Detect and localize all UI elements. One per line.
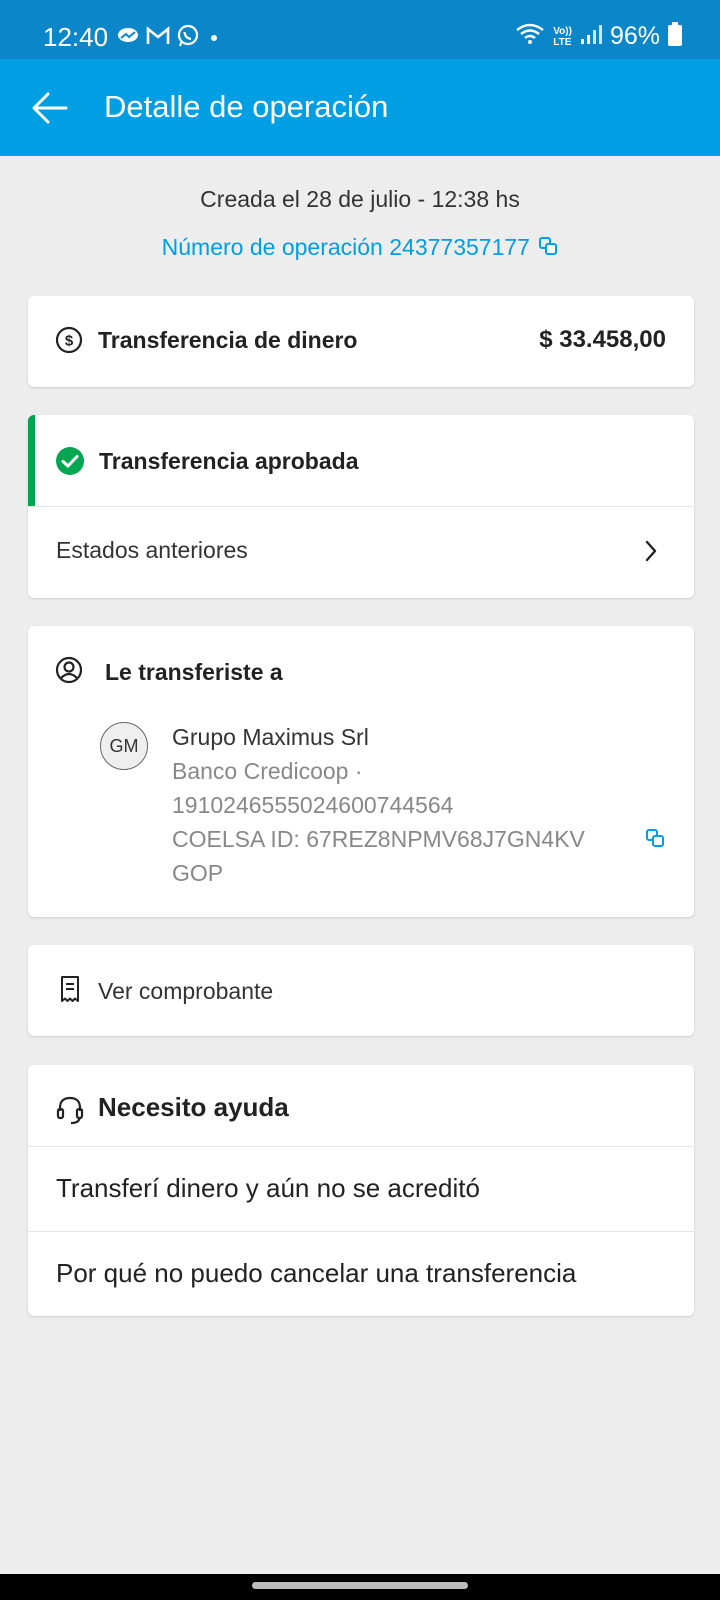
home-gesture-handle[interactable] bbox=[252, 1582, 468, 1589]
previous-states-row[interactable]: Estados anteriores bbox=[28, 507, 694, 598]
recipient-account: 1910246555024600744564 bbox=[172, 792, 454, 818]
created-date: Creada el 28 de julio - 12:38 hs bbox=[200, 186, 520, 212]
avatar: GM bbox=[100, 722, 148, 770]
page-title: Detalle de operación bbox=[104, 89, 389, 124]
arrow-left-icon bbox=[28, 92, 72, 134]
help-title: Necesito ayuda bbox=[98, 1092, 289, 1122]
chevron-right-icon bbox=[644, 539, 658, 568]
notification-icons bbox=[116, 24, 222, 53]
signal-icon bbox=[580, 23, 602, 50]
back-button[interactable] bbox=[28, 86, 72, 130]
help-item[interactable]: Transferí dinero y aún no se acreditó bbox=[56, 1173, 480, 1204]
transfer-status-card: Transferencia aprobada Estados anteriore… bbox=[28, 415, 694, 598]
dot-icon bbox=[206, 26, 222, 51]
headset-icon bbox=[56, 1095, 84, 1130]
recipient-details: Grupo Maximus Srl Banco Credicoop · 1910… bbox=[172, 720, 585, 890]
volte-icon: Vo)) LTE bbox=[553, 25, 572, 48]
copy-icon[interactable] bbox=[645, 828, 665, 853]
recipient-card: Le transferiste a GM Grupo Maximus Srl B… bbox=[28, 626, 694, 917]
transfer-type: Transferencia de dinero bbox=[98, 327, 358, 353]
gmail-icon bbox=[146, 26, 170, 51]
user-circle-icon bbox=[55, 656, 83, 689]
operation-number: Número de operación 24377357177 bbox=[161, 234, 530, 260]
recipient-name: Grupo Maximus Srl bbox=[172, 724, 369, 750]
divider bbox=[28, 1231, 694, 1232]
status-accent-bar bbox=[28, 415, 35, 506]
check-circle-icon bbox=[55, 446, 85, 481]
app-bar: Detalle de operación bbox=[0, 59, 720, 156]
operation-number-link[interactable]: Número de operación 24377357177 bbox=[0, 234, 720, 262]
transfer-amount: $ 33.458,00 bbox=[539, 326, 666, 353]
dollar-circle-icon: $ bbox=[55, 326, 83, 359]
system-icons: Vo)) LTE 96% bbox=[515, 22, 682, 51]
divider bbox=[28, 1146, 694, 1147]
view-receipt-button[interactable]: Ver comprobante bbox=[28, 945, 694, 1036]
recipient-title: Le transferiste a bbox=[105, 659, 283, 685]
receipt-icon bbox=[60, 975, 80, 1008]
coelsa-id-cont: GOP bbox=[172, 860, 224, 886]
view-receipt-label: Ver comprobante bbox=[98, 978, 274, 1004]
recipient-bank: Banco Credicoop · bbox=[172, 758, 363, 784]
help-card: Necesito ayuda Transferí dinero y aún no… bbox=[28, 1065, 694, 1316]
wifi-icon bbox=[515, 22, 545, 51]
coelsa-id: COELSA ID: 67REZ8NPMV68J7GN4KV bbox=[172, 826, 585, 852]
svg-text:$: $ bbox=[65, 333, 74, 350]
battery-percent: 96% bbox=[609, 22, 660, 50]
status-bar: 12:40 Vo)) LTE 96% bbox=[0, 0, 720, 59]
messenger-icon bbox=[116, 26, 140, 51]
previous-states-label: Estados anteriores bbox=[56, 537, 248, 563]
whatsapp-icon bbox=[176, 24, 200, 53]
copy-icon[interactable] bbox=[538, 235, 558, 262]
status-title: Transferencia aprobada bbox=[99, 448, 359, 474]
transfer-summary-card: $ Transferencia de dinero $ 33.458,00 bbox=[28, 296, 694, 387]
system-nav-bar bbox=[0, 1574, 720, 1600]
help-item[interactable]: Por qué no puedo cancelar una transferen… bbox=[56, 1258, 576, 1289]
battery-icon bbox=[668, 22, 682, 51]
status-time: 12:40 bbox=[43, 22, 109, 52]
